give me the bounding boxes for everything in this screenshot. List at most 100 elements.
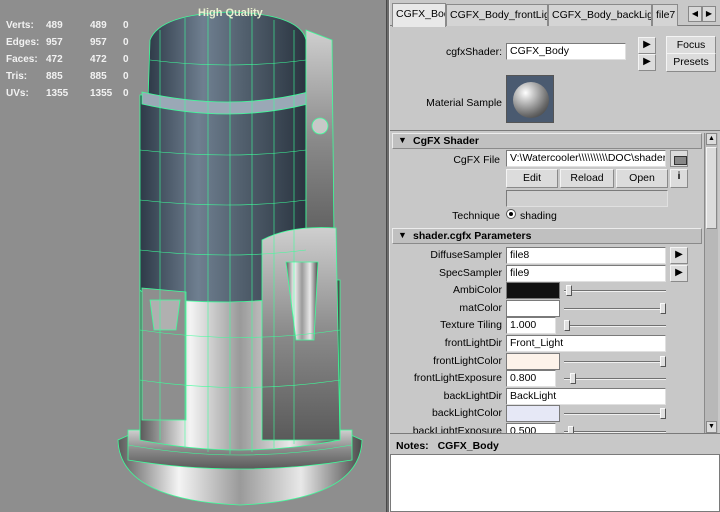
slider-thumb[interactable] (660, 408, 666, 419)
tab-cgfx-body-backlightdir[interactable]: CGFX_Body_backLightDir (548, 4, 652, 26)
specsampler-label: SpecSampler (438, 267, 502, 279)
slider-thumb[interactable] (660, 356, 666, 367)
diffusesampler-field[interactable]: file8 (506, 247, 666, 264)
frontlightexposure-slider[interactable] (564, 373, 666, 385)
tab-file7[interactable]: file7 (652, 4, 678, 26)
frontlightexposure-field[interactable]: 0.800 (506, 370, 556, 387)
vertical-scrollbar[interactable]: ▲ ▼ (704, 133, 718, 433)
select-input-icon[interactable]: ▶ (638, 37, 656, 54)
ambicolor-slider[interactable] (564, 285, 666, 297)
browse-folder-icon[interactable] (670, 150, 688, 167)
backlightcolor-swatch[interactable] (506, 405, 560, 422)
frontlightcolor-swatch[interactable] (506, 353, 560, 370)
matcolor-label: matColor (459, 302, 502, 314)
collapse-triangle-icon: ▼ (398, 230, 407, 240)
connection-icon[interactable]: ▶ (670, 265, 688, 282)
material-sample-label: Material Sample (426, 97, 502, 109)
scroll-down-icon[interactable]: ▼ (706, 421, 717, 433)
hud-stat-value: 0 (123, 37, 129, 48)
scrollbar-thumb[interactable] (706, 147, 717, 229)
matcolor-slider[interactable] (564, 303, 666, 315)
open-button[interactable]: Open (616, 169, 668, 188)
slider-thumb[interactable] (568, 426, 574, 433)
material-sample-swatch (506, 75, 554, 123)
diffusesampler-label: DiffuseSampler (430, 249, 502, 261)
backlightdir-label: backLightDir (443, 390, 502, 402)
parameters-section-title: shader.cgfx Parameters (413, 230, 532, 242)
hud-stat-row: Tris: 885 885 0 (6, 71, 136, 85)
connection-icon[interactable]: ▶ (670, 247, 688, 264)
collapse-triangle-icon: ▼ (398, 135, 407, 145)
presets-button[interactable]: Presets (666, 53, 716, 72)
backlightexposure-field[interactable]: 0.500 (506, 423, 556, 433)
hud-stat-value: 1355 (46, 88, 69, 99)
frontlightcolor-label: frontLightColor (433, 355, 502, 367)
3d-viewport[interactable]: High Quality Verts: 489 489 0 Edges: 957 957 0 F… (0, 0, 386, 512)
viewport-quality-label: High Quality (198, 7, 263, 19)
hud-stat-value: 0 (123, 54, 129, 65)
backlightdir-field[interactable]: BackLight (506, 388, 666, 405)
frontlightdir-field[interactable]: Front_Light (506, 335, 666, 352)
frontlightcolor-slider[interactable] (564, 356, 666, 368)
hud-stat-value: 885 (90, 71, 107, 82)
hud-stat-row: Verts: 489 489 0 (6, 20, 136, 34)
ambicolor-swatch[interactable] (506, 282, 560, 299)
node-tabs: CGFX_Body CGFX_Body_frontLightDir CGFX_B… (390, 0, 720, 27)
notes-node-name: CGFX_Body (437, 440, 499, 452)
info-icon[interactable]: i (670, 169, 688, 188)
attribute-scroll-area[interactable]: ▼ CgFX Shader CgFX File V:\Watercooler\\… (390, 130, 720, 434)
notes-label: Notes: (396, 440, 429, 452)
frontlightexposure-label: frontLightExposure (413, 372, 502, 384)
slider-thumb[interactable] (570, 373, 576, 384)
hud-stat-label: Faces: (6, 54, 38, 65)
attribute-editor: CGFX_Body CGFX_Body_frontLightDir CGFX_B… (390, 0, 720, 512)
backlightcolor-label: backLightColor (431, 407, 502, 419)
notes-header: Notes: CGFX_Body (390, 438, 720, 454)
texture-tiling-label: Texture Tiling (440, 319, 502, 331)
texture-tiling-slider[interactable] (564, 320, 666, 332)
hud-stat-label: Verts: (6, 20, 34, 31)
hud-stat-value: 472 (90, 54, 107, 65)
reload-button[interactable]: Reload (560, 169, 614, 188)
shader-node-label: cgfxShader: (445, 46, 502, 58)
hud-stat-row: Edges: 957 957 0 (6, 37, 136, 51)
matcolor-swatch[interactable] (506, 300, 560, 317)
hud-stat-value: 0 (123, 20, 129, 31)
technique-value: shading (520, 210, 557, 222)
hud-stat-value: 472 (46, 54, 63, 65)
hud-stat-value: 1355 (90, 88, 113, 99)
hud-stat-value: 489 (90, 20, 107, 31)
cgfx-shader-section-header[interactable]: ▼ CgFX Shader (392, 133, 702, 149)
shader-node-name-field[interactable]: CGFX_Body (506, 43, 626, 60)
tab-scroll-right-icon[interactable]: ▶ (702, 6, 716, 22)
specsampler-field[interactable]: file9 (506, 265, 666, 282)
hud-stat-row: Faces: 472 472 0 (6, 54, 136, 68)
slider-thumb[interactable] (566, 285, 572, 296)
hud-stat-label: UVs: (6, 88, 29, 99)
cgfx-file-path-field[interactable]: V:\Watercooler\\\\\\\\\\DOC\shader.cg (506, 150, 666, 167)
backlightexposure-label: backLightExposure (412, 425, 502, 434)
hud-stat-value: 0 (123, 71, 129, 82)
backlightexposure-slider[interactable] (564, 426, 666, 433)
tab-scroll-left-icon[interactable]: ◀ (688, 6, 702, 22)
slider-thumb[interactable] (660, 303, 666, 314)
hud-stat-value: 0 (123, 88, 129, 99)
notes-textarea[interactable] (390, 454, 720, 512)
cgfx-file-label: CgFX File (453, 154, 500, 166)
cgfx-message-field (506, 190, 668, 207)
hud-stat-row: UVs: 1355 1355 0 (6, 88, 136, 102)
backlightcolor-slider[interactable] (564, 408, 666, 420)
parameters-section-header[interactable]: ▼ shader.cgfx Parameters (392, 228, 702, 244)
cgfx-shader-section-title: CgFX Shader (413, 135, 479, 147)
scroll-up-icon[interactable]: ▲ (706, 133, 717, 145)
hud-stat-value: 957 (46, 37, 63, 48)
select-output-icon[interactable]: ▶ (638, 54, 656, 71)
hud-stat-value: 957 (90, 37, 107, 48)
texture-tiling-field[interactable]: 1.000 (506, 317, 556, 334)
edit-button[interactable]: Edit (506, 169, 558, 188)
slider-thumb[interactable] (564, 320, 570, 331)
technique-radio[interactable] (506, 209, 516, 219)
ambicolor-label: AmbiColor (452, 284, 502, 296)
tab-cgfx-body-frontlightdir[interactable]: CGFX_Body_frontLightDir (446, 4, 548, 26)
tab-cgfx-body[interactable]: CGFX_Body (392, 3, 446, 27)
